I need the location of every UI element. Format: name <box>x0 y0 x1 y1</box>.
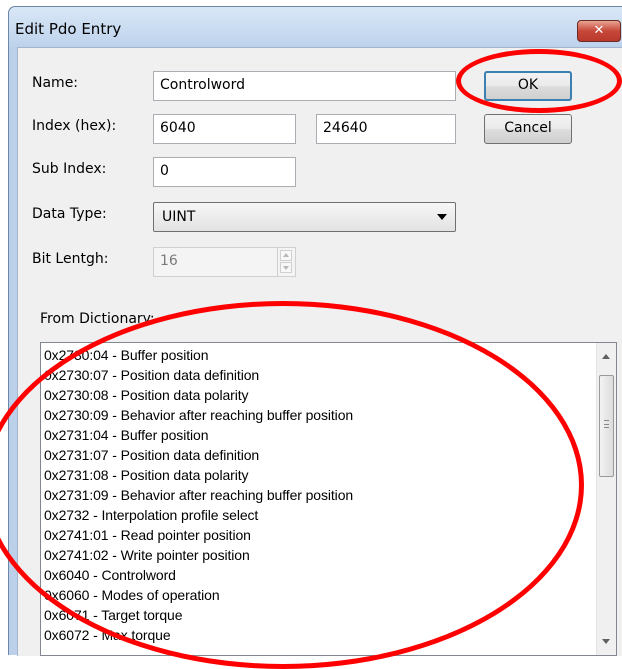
chevron-down-icon <box>437 214 447 220</box>
index-hex-field[interactable]: 6040 <box>153 114 296 144</box>
list-item[interactable]: 0x2732 - Interpolation profile select <box>44 505 597 525</box>
cancel-button[interactable]: Cancel <box>484 114 572 144</box>
edit-pdo-entry-dialog: Edit Pdo Entry ✕ Name: Controlword Index… <box>8 6 622 656</box>
index-decimal-field[interactable]: 24640 <box>316 114 456 144</box>
scroll-up-icon[interactable] <box>602 354 610 359</box>
list-item[interactable]: 0x2730:07 - Position data definition <box>44 365 597 385</box>
list-item[interactable]: 0x2731:09 - Behavior after reaching buff… <box>44 485 597 505</box>
bitlength-spin-buttons <box>277 248 295 276</box>
dictionary-items: 0x2730:04 - Buffer position 0x2730:07 - P… <box>41 345 597 651</box>
list-item[interactable]: 0x6040 - Controlword <box>44 565 597 585</box>
list-item[interactable]: 0x2730:08 - Position data polarity <box>44 385 597 405</box>
datatype-label: Data Type: <box>32 206 107 222</box>
name-label: Name: <box>32 75 79 91</box>
list-item[interactable]: 0x6072 - Max torque <box>44 625 597 645</box>
subindex-label: Sub Index: <box>32 161 107 177</box>
list-item[interactable]: 0x6071 - Target torque <box>44 605 597 625</box>
ok-button[interactable]: OK <box>484 71 572 101</box>
dialog-title: Edit Pdo Entry <box>15 20 122 38</box>
list-item[interactable]: 0x6060 - Modes of operation <box>44 585 597 605</box>
spin-up-icon <box>280 250 292 261</box>
dictionary-label: From Dictionary: <box>40 311 155 327</box>
list-item[interactable]: 0x2731:04 - Buffer position <box>44 425 597 445</box>
scroll-down-icon[interactable] <box>602 639 610 644</box>
dialog-client-area: Name: Controlword Index (hex): 6040 2464… <box>17 47 622 656</box>
list-item[interactable]: 0x2730:04 - Buffer position <box>44 345 597 365</box>
vertical-scrollbar[interactable] <box>596 343 616 655</box>
subindex-field[interactable]: 0 <box>153 157 296 187</box>
name-field[interactable]: Controlword <box>153 71 456 101</box>
bitlength-label: Bit Lentgh: <box>32 251 109 267</box>
datatype-selected-value: UINT <box>162 209 196 225</box>
close-icon: ✕ <box>593 23 605 38</box>
close-button[interactable]: ✕ <box>577 20 621 42</box>
bitlength-stepper: 16 <box>153 247 296 277</box>
list-item[interactable]: 0x2741:02 - Write pointer position <box>44 545 597 565</box>
index-label: Index (hex): <box>32 118 117 134</box>
datatype-select[interactable]: UINT <box>153 202 456 232</box>
spin-down-icon <box>280 262 292 273</box>
bitlength-value: 16 <box>160 253 178 269</box>
grip-icon <box>604 420 609 428</box>
list-item[interactable]: 0x2731:07 - Position data definition <box>44 445 597 465</box>
title-bar[interactable]: Edit Pdo Entry ✕ <box>9 7 622 46</box>
list-item[interactable]: 0x2731:08 - Position data polarity <box>44 465 597 485</box>
dictionary-listbox[interactable]: 0x2730:04 - Buffer position 0x2730:07 - P… <box>40 342 617 656</box>
list-item[interactable]: 0x2730:09 - Behavior after reaching buff… <box>44 405 597 425</box>
list-item[interactable]: 0x2741:01 - Read pointer position <box>44 525 597 545</box>
scroll-thumb[interactable] <box>599 375 614 477</box>
